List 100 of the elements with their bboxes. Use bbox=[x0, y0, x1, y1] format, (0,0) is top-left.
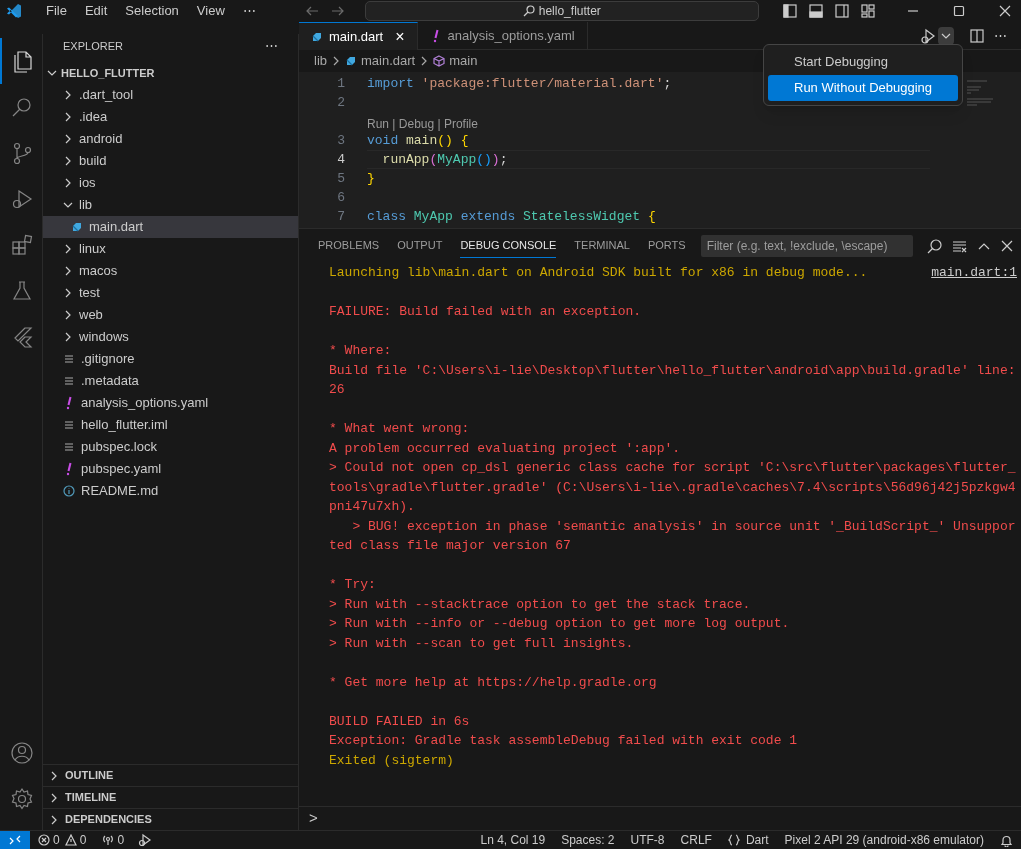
menu-item[interactable]: Start Debugging bbox=[768, 49, 958, 75]
filter-field[interactable]: Filter (e.g. text, !exclude, \escape) bbox=[700, 235, 913, 257]
console-line: > BUG! exception in phase 'semantic analysis' in source unit '_BuildScript_' Unsupported class file major version 67 bbox=[329, 517, 1017, 555]
tree-item[interactable]: web bbox=[43, 304, 298, 326]
menu-item[interactable]: ⋯ bbox=[233, 1, 265, 21]
more-actions-button[interactable]: ⋯ bbox=[994, 25, 1007, 46]
status-item[interactable]: Ln 4, Col 19 bbox=[480, 831, 546, 849]
language-mode[interactable]: Dart bbox=[727, 831, 769, 849]
tree-item[interactable]: .idea bbox=[43, 106, 298, 128]
chevron-right-icon bbox=[49, 770, 59, 781]
status-item[interactable]: Pixel 2 API 29 (android-x86 emulator) bbox=[784, 831, 984, 849]
console-line: > Run with --info or --debug option to get more log output. bbox=[329, 615, 791, 633]
tree-item[interactable]: build bbox=[43, 150, 298, 172]
tree-item[interactable]: test bbox=[43, 282, 298, 304]
line-number: 5 bbox=[336, 170, 345, 188]
layout-icon[interactable] bbox=[861, 4, 875, 18]
tree-item[interactable]: windows bbox=[43, 326, 298, 348]
search-icon[interactable] bbox=[927, 238, 942, 254]
menu-item[interactable]: View bbox=[187, 1, 234, 21]
tree-item[interactable]: macos bbox=[43, 260, 298, 282]
tree-item[interactable]: main.dart bbox=[43, 216, 298, 238]
project-folder[interactable]: HELLO_FLUTTER bbox=[43, 62, 298, 84]
tree-item[interactable]: ios bbox=[43, 172, 298, 194]
menu-item[interactable]: Edit bbox=[75, 1, 117, 21]
tree-item[interactable]: android bbox=[43, 128, 298, 150]
back-arrow-icon[interactable] bbox=[304, 4, 319, 18]
status-item[interactable]: CRLF bbox=[680, 831, 712, 849]
tree-item[interactable]: .dart_tool bbox=[43, 84, 298, 106]
close-icon[interactable] bbox=[1001, 240, 1013, 252]
menu-item[interactable]: File bbox=[37, 1, 76, 21]
problems-status[interactable]: 0 0 bbox=[38, 831, 87, 849]
status-item[interactable]: UTF-8 bbox=[630, 831, 665, 849]
breadcrumb-item[interactable]: main bbox=[433, 51, 478, 71]
text-lines-icon bbox=[63, 441, 75, 453]
collapsed-section-header[interactable]: TIMELINE bbox=[43, 786, 298, 808]
warning-icon bbox=[64, 834, 77, 846]
clear-console-icon[interactable] bbox=[952, 238, 967, 254]
command-center-search[interactable]: hello_flutter bbox=[364, 1, 759, 21]
breadcrumb-item[interactable]: lib bbox=[314, 51, 327, 71]
close-tab-button[interactable]: × bbox=[395, 28, 405, 45]
run-debug-icon[interactable] bbox=[10, 187, 34, 211]
more-actions-button[interactable]: ⋯ bbox=[265, 36, 278, 56]
run-options-dropdown[interactable] bbox=[938, 26, 954, 45]
panel-tab[interactable]: PORTS bbox=[647, 234, 686, 258]
code-line: void main() { bbox=[367, 132, 469, 149]
console-line: Exception: Gradle task assembleDebug failed with exit code 1 bbox=[329, 732, 799, 750]
tree-item[interactable]: .metadata bbox=[43, 370, 298, 392]
menu-item[interactable]: Run Without Debugging bbox=[768, 75, 958, 101]
tree-item[interactable]: lib bbox=[43, 194, 298, 216]
sidebar-toggle-icon[interactable] bbox=[783, 4, 797, 18]
text-lines-icon bbox=[63, 375, 75, 387]
dart-file-icon bbox=[345, 55, 357, 67]
close-icon[interactable] bbox=[999, 5, 1011, 17]
tree-item[interactable]: hello_flutter.iml bbox=[43, 414, 298, 436]
editor-tab[interactable]: main.dart × bbox=[299, 22, 418, 50]
tree-item[interactable]: pubspec.lock bbox=[43, 436, 298, 458]
bell-icon[interactable] bbox=[1000, 833, 1013, 847]
tree-item[interactable]: linux bbox=[43, 238, 298, 260]
exclamation-icon bbox=[66, 396, 72, 410]
status-item[interactable]: Spaces: 2 bbox=[561, 831, 615, 849]
settings-icon[interactable] bbox=[10, 787, 34, 811]
source-link[interactable]: main.dart:1 bbox=[931, 263, 1017, 283]
ports-status[interactable]: 0 bbox=[102, 831, 125, 849]
run-debug-icon[interactable] bbox=[920, 27, 936, 44]
code-line: class MyApp extends StatelessWidget { bbox=[367, 208, 656, 225]
dart-file-icon bbox=[311, 30, 323, 43]
panel-tab[interactable]: DEBUG CONSOLE bbox=[460, 234, 557, 258]
console-line: A problem occurred evaluating project ':app'. bbox=[329, 439, 682, 458]
chevron-right-icon bbox=[63, 244, 73, 254]
editor-tab[interactable]: analysis_options.yaml bbox=[417, 22, 588, 50]
chevron-right-icon bbox=[63, 178, 73, 188]
tree-item[interactable]: .gitignore bbox=[43, 348, 298, 370]
tree-item[interactable]: analysis_options.yaml bbox=[43, 392, 298, 414]
line-number: 1 bbox=[336, 75, 345, 93]
account-icon[interactable] bbox=[10, 741, 34, 765]
dart-file-icon bbox=[71, 221, 83, 233]
panel-tab[interactable]: TERMINAL bbox=[574, 234, 630, 258]
breadcrumb-item[interactable]: main.dart bbox=[345, 51, 416, 71]
console-line: Exited (sigterm) bbox=[329, 751, 455, 770]
remote-button[interactable] bbox=[0, 831, 30, 849]
console-line: * Try: bbox=[329, 576, 377, 594]
panel-tab[interactable]: OUTPUT bbox=[397, 234, 443, 258]
extensions-icon[interactable] bbox=[10, 233, 34, 257]
split-editor-icon[interactable] bbox=[970, 28, 984, 43]
exclamation-icon bbox=[66, 462, 72, 476]
code-lens-links[interactable]: Run | Debug | Profile bbox=[367, 112, 961, 131]
flask-icon[interactable] bbox=[10, 279, 34, 303]
run-debug-icon[interactable] bbox=[138, 833, 153, 847]
panel-tab[interactable]: PROBLEMS bbox=[318, 234, 380, 258]
search-icon[interactable] bbox=[10, 95, 34, 119]
collapsed-section-header[interactable]: OUTLINE bbox=[43, 764, 298, 786]
forward-arrow-icon[interactable] bbox=[330, 4, 345, 18]
menu-item[interactable]: Selection bbox=[116, 1, 188, 21]
secondary-sidebar-icon[interactable] bbox=[835, 4, 849, 18]
console-line: > Run with --stacktrace option to get the stack trace. bbox=[329, 595, 752, 614]
maximize-icon[interactable] bbox=[953, 5, 965, 17]
tree-item[interactable]: pubspec.yaml bbox=[43, 458, 298, 480]
tree-item[interactable]: README.md bbox=[43, 480, 298, 502]
chevron-right-icon bbox=[49, 814, 59, 825]
panel-toggle-icon[interactable] bbox=[809, 4, 823, 18]
